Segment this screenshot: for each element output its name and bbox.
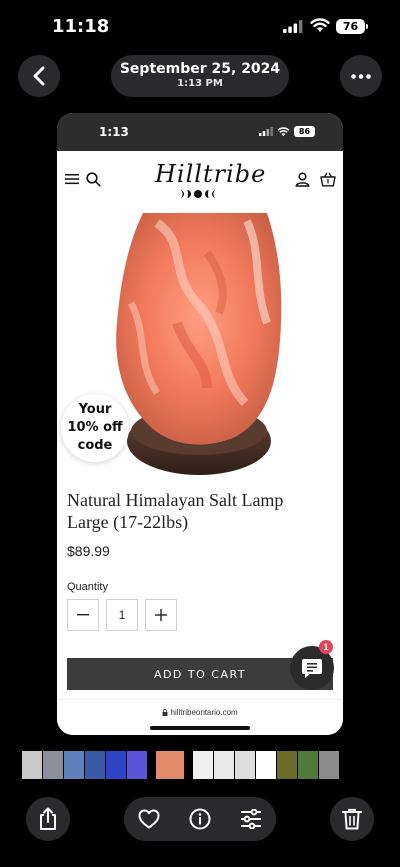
back-button[interactable] (18, 55, 60, 97)
account-icon[interactable] (295, 172, 310, 187)
search-icon[interactable] (86, 172, 101, 187)
thumbnail[interactable] (214, 751, 234, 779)
heart-icon (138, 809, 160, 829)
url-value: hilltribeontario.com (170, 708, 238, 717)
photo-screenshot: 1:13 86 Hilltribe Your 10% off code Natu… (57, 113, 343, 735)
minus-icon (77, 614, 89, 616)
quantity-label: Quantity (67, 581, 108, 593)
product-title: Natural Himalayan Salt Lamp Large (17-22… (67, 490, 284, 532)
inner-status-icons: 86 (259, 126, 315, 137)
cellular-signal-icon (283, 20, 303, 33)
thumbnail[interactable] (64, 751, 84, 779)
thumbnail[interactable] (127, 751, 147, 779)
hilltribe-logo[interactable]: Hilltribe (155, 157, 267, 207)
favorite-button[interactable] (137, 807, 161, 831)
home-indicator (150, 726, 250, 730)
menu-icon[interactable] (65, 173, 79, 185)
thumbnail[interactable] (22, 751, 42, 779)
thumbnail[interactable] (256, 751, 276, 779)
offer-line-2: 10% off (67, 420, 123, 435)
os-status-bar: 11:18 76 (0, 0, 400, 54)
product-price: $89.99 (67, 543, 110, 559)
info-icon (189, 808, 211, 830)
site-header: Hilltribe (57, 151, 343, 213)
wifi-icon (277, 126, 290, 136)
thumbnail[interactable] (298, 751, 318, 779)
thumbnail[interactable] (193, 751, 213, 779)
url-text: hilltribeontario.com (57, 708, 343, 717)
inner-battery-indicator: 86 (294, 126, 315, 137)
thumbnail[interactable] (319, 751, 339, 779)
thumbnail[interactable] (277, 751, 297, 779)
chat-notification-badge: 1 (319, 640, 333, 654)
edit-adjust-button[interactable] (239, 807, 263, 831)
offer-line-3: code (77, 438, 113, 453)
thumbnail[interactable] (85, 751, 105, 779)
thumbnail[interactable] (43, 751, 63, 779)
info-button[interactable] (188, 807, 212, 831)
battery-indicator: 76 (336, 19, 368, 34)
wifi-icon (310, 18, 330, 32)
thumbnail[interactable] (156, 751, 184, 779)
ellipsis-icon (351, 73, 371, 79)
lock-icon (162, 709, 168, 716)
os-clock: 11:18 (52, 16, 110, 37)
inner-status-bar: 1:13 86 (57, 113, 343, 151)
offer-line-1: Your (78, 402, 112, 417)
chevron-left-icon (33, 66, 45, 86)
quantity-increase-button[interactable] (145, 599, 177, 631)
thumbnail[interactable] (235, 751, 255, 779)
share-icon (40, 807, 56, 830)
thumbnail-strip[interactable] (0, 750, 400, 780)
photo-time: 1:13 PM (177, 78, 223, 89)
cellular-signal-icon (259, 127, 273, 136)
trash-icon (342, 808, 362, 830)
browser-url-bar[interactable]: hilltribeontario.com (57, 699, 343, 735)
quantity-decrease-button[interactable] (67, 599, 99, 631)
quantity-input[interactable]: 1 (106, 599, 138, 631)
photo-date-pill[interactable]: September 25, 2024 1:13 PM (111, 55, 289, 97)
inner-clock: 1:13 (99, 125, 129, 139)
share-button[interactable] (26, 797, 70, 841)
chat-icon (302, 659, 322, 678)
shopping-basket-icon[interactable] (320, 172, 336, 187)
photo-date: September 25, 2024 (119, 61, 281, 77)
more-options-button[interactable] (340, 55, 382, 97)
photo-actions-toolbar (124, 797, 276, 841)
logo-text: Hilltribe (155, 160, 267, 188)
thumbnail[interactable] (106, 751, 126, 779)
sliders-icon (241, 809, 261, 829)
plus-icon (155, 609, 167, 621)
delete-button[interactable] (330, 797, 374, 841)
discount-offer-bubble[interactable]: Your 10% off code (61, 394, 129, 462)
